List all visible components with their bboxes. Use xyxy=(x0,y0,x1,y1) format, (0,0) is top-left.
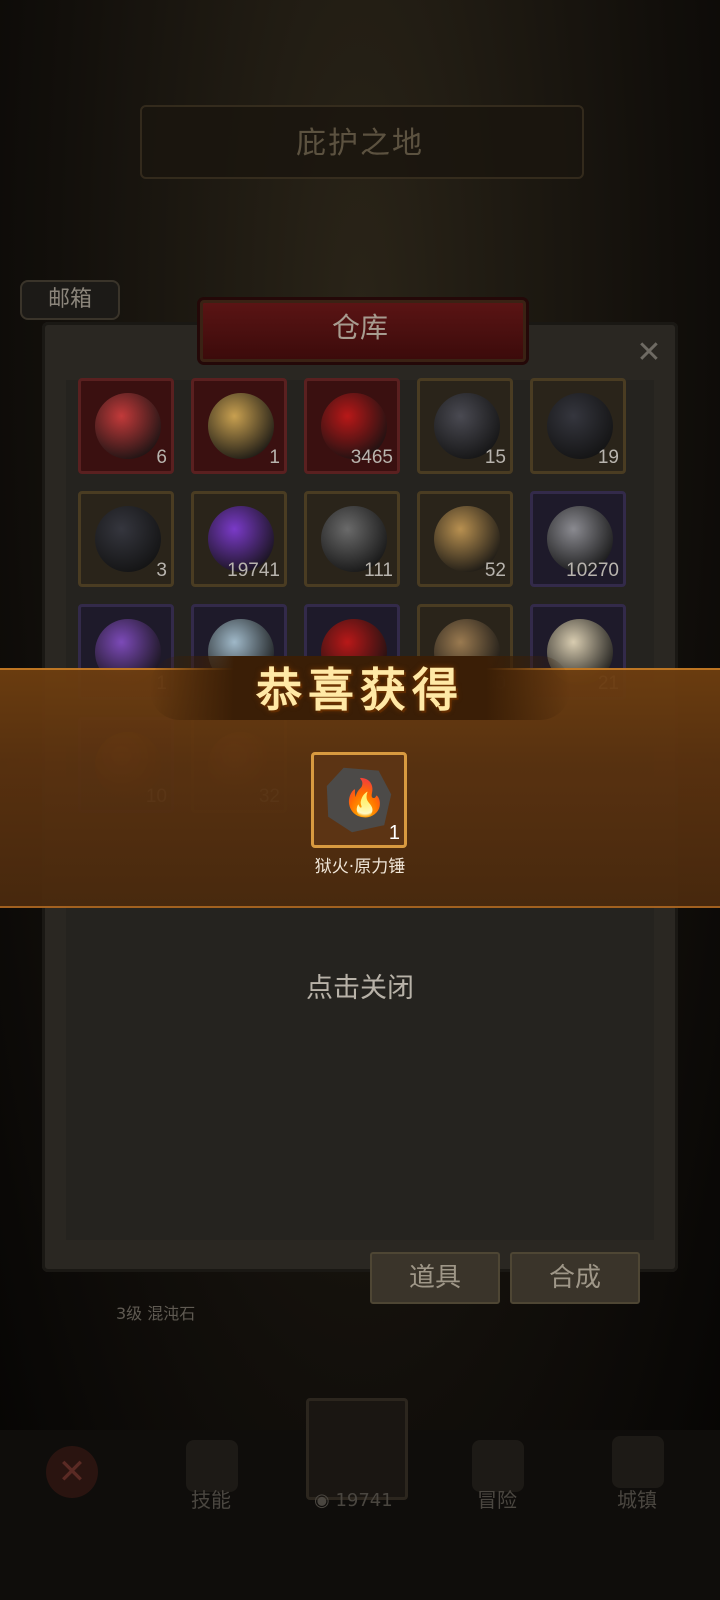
slot-count: 3 xyxy=(156,560,167,581)
golden-feather-icon xyxy=(208,393,274,459)
inventory-slot[interactable]: 52 xyxy=(417,491,513,587)
close-icon[interactable]: ✕ xyxy=(632,336,666,370)
slot-count: 19 xyxy=(597,447,619,468)
castle-icon[interactable] xyxy=(612,1436,664,1488)
center-count: 19741 xyxy=(335,1490,393,1511)
mailbox-button[interactable]: 邮箱 xyxy=(20,280,120,320)
flame-icon: 🔥 xyxy=(342,778,387,819)
slot-count: 111 xyxy=(364,560,393,581)
warehouse-title: 仓库 xyxy=(331,311,388,344)
red-gem-amulet-icon xyxy=(95,393,161,459)
sanctuary-title: 庇护之地 xyxy=(296,126,424,161)
slot-count: 15 xyxy=(484,447,506,468)
nav-castle-label[interactable]: 城镇 xyxy=(592,1484,682,1513)
slot-count: 6 xyxy=(156,447,167,468)
close-circle-icon[interactable]: ✕ xyxy=(46,1446,98,1498)
center-sun-sigil-icon[interactable] xyxy=(306,1398,408,1500)
inventory-slot[interactable]: 10270 xyxy=(530,491,626,587)
center-count-label: ◉ 19741 xyxy=(314,1490,393,1511)
inventory-slot[interactable]: 1 xyxy=(191,378,287,474)
reward-item-name: 狱火·原力锤 xyxy=(314,857,406,877)
nav-skills-label[interactable]: 技能 xyxy=(166,1484,256,1513)
inventory-slot[interactable]: 19 xyxy=(530,378,626,474)
level-label: 3级 混沌石 xyxy=(116,1304,196,1323)
slot-count: 1 xyxy=(269,447,280,468)
tap-to-close-hint[interactable]: 点击关闭 xyxy=(0,966,720,1005)
slot-count: 52 xyxy=(484,560,506,581)
reward-item-count: 1 xyxy=(388,822,400,844)
inventory-slot[interactable]: 19741 xyxy=(191,491,287,587)
inventory-slot[interactable]: 3465 xyxy=(304,378,400,474)
tab-items[interactable]: 道具 xyxy=(370,1252,500,1304)
inventory-slot[interactable]: 111 xyxy=(304,491,400,587)
reward-item-slot[interactable]: 🔥 1 xyxy=(311,752,407,848)
reward-title: 恭喜获得 xyxy=(256,663,464,717)
nav-adventure-label[interactable]: 冒险 xyxy=(452,1484,542,1513)
slot-count: 10270 xyxy=(566,560,619,581)
tab-craft[interactable]: 合成 xyxy=(510,1252,640,1304)
inventory-slot[interactable]: 15 xyxy=(417,378,513,474)
inventory-slot[interactable]: 3 xyxy=(78,491,174,587)
cracked-ore-icon xyxy=(95,506,161,572)
inventory-slot[interactable]: 6 xyxy=(78,378,174,474)
slot-count: 19741 xyxy=(227,560,280,581)
slot-count: 3465 xyxy=(350,447,393,468)
